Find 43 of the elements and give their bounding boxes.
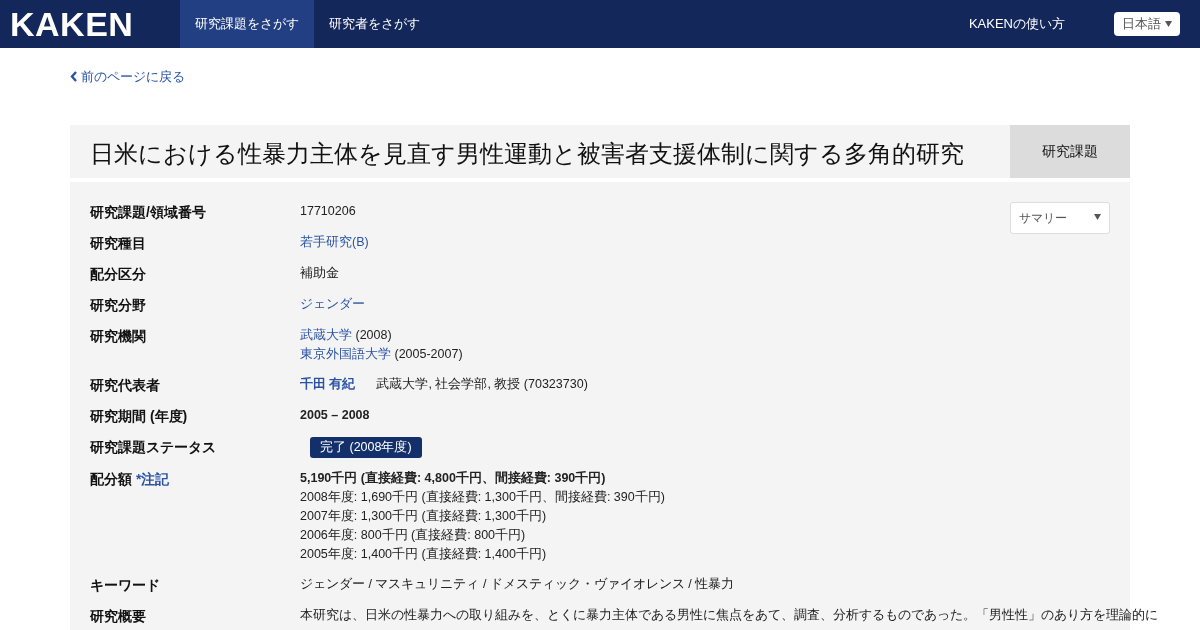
- back-link[interactable]: 前のページに戻る: [70, 67, 185, 87]
- field-link[interactable]: 若手研究(B): [300, 234, 369, 249]
- affiliation-text: 武蔵大学, 社会学部, 教授 (70323730): [376, 376, 588, 391]
- field-label: 研究分野: [90, 295, 147, 315]
- researcher-link[interactable]: 千田 有紀: [300, 376, 356, 391]
- chevron-left-icon: [70, 71, 78, 83]
- field-label: 配分区分: [90, 264, 147, 284]
- field-link[interactable]: 武蔵大学: [300, 327, 352, 342]
- field-value: 5,190千円 (直接経費: 4,800千円、間接経費: 390千円): [300, 470, 606, 485]
- status-badge: 完了 (2008年度): [310, 436, 422, 458]
- field-label: 研究代表者: [90, 375, 161, 395]
- field-value: ジェンダー / マスキュリニティ / ドメスティック・ヴァイオレンス / 性暴力: [300, 576, 735, 591]
- nav-tab[interactable]: 研究者をさがす: [314, 0, 435, 48]
- project-title: 日米における性暴力主体を見直す男性運動と被害者支援体制に関する多角的研究: [89, 138, 965, 169]
- field-label: 研究種目: [90, 233, 147, 253]
- caret-icon: [1094, 213, 1101, 220]
- view-select[interactable]: サマリー: [1010, 201, 1110, 234]
- site-logo[interactable]: KAKEN: [0, 0, 180, 48]
- category-label: 研究課題: [1010, 124, 1130, 178]
- field-value: (2008): [355, 327, 392, 342]
- field-value: 2005 – 2008: [300, 407, 370, 422]
- help-link[interactable]: KAKENの使い方: [968, 14, 1065, 34]
- field-label: 配分額: [90, 470, 132, 487]
- field-label: 研究課題ステータス: [90, 437, 217, 457]
- field-value: 2005年度: 1,400千円 (直接経費: 1,400千円): [300, 546, 547, 561]
- language-select[interactable]: 日本語: [1114, 12, 1180, 36]
- nav-tab[interactable]: 研究課題をさがす: [180, 0, 314, 48]
- field-label: 研究機関: [90, 326, 147, 346]
- field-value: 補助金: [300, 265, 339, 280]
- field-value: 2007年度: 1,300千円 (直接経費: 1,300千円): [300, 508, 547, 523]
- field-label: 研究概要: [90, 606, 147, 626]
- field-label: キーワード: [90, 575, 161, 595]
- field-label: 研究課題/領域番号: [90, 202, 207, 222]
- field-link[interactable]: 東京外国語大学: [300, 346, 391, 361]
- field-value: (2005-2007): [394, 346, 463, 361]
- caret-icon: [1165, 21, 1172, 27]
- field-value: 17710206: [300, 203, 356, 218]
- note-link[interactable]: *注記: [135, 470, 170, 487]
- field-value: 2008年度: 1,690千円 (直接経費: 1,300千円、間接経費: 390千円): [300, 489, 665, 504]
- field-value: 2006年度: 800千円 (直接経費: 800千円): [300, 527, 526, 542]
- field-value: 本研究は、日米の性暴力への取り組みを、とくに暴力主体である男性に焦点をあて、調査、分析するものであった。「男性性」のあり方を理論的に: [300, 607, 1158, 622]
- field-link[interactable]: ジェンダー: [300, 296, 365, 311]
- field-label: 研究期間 (年度): [90, 406, 189, 426]
